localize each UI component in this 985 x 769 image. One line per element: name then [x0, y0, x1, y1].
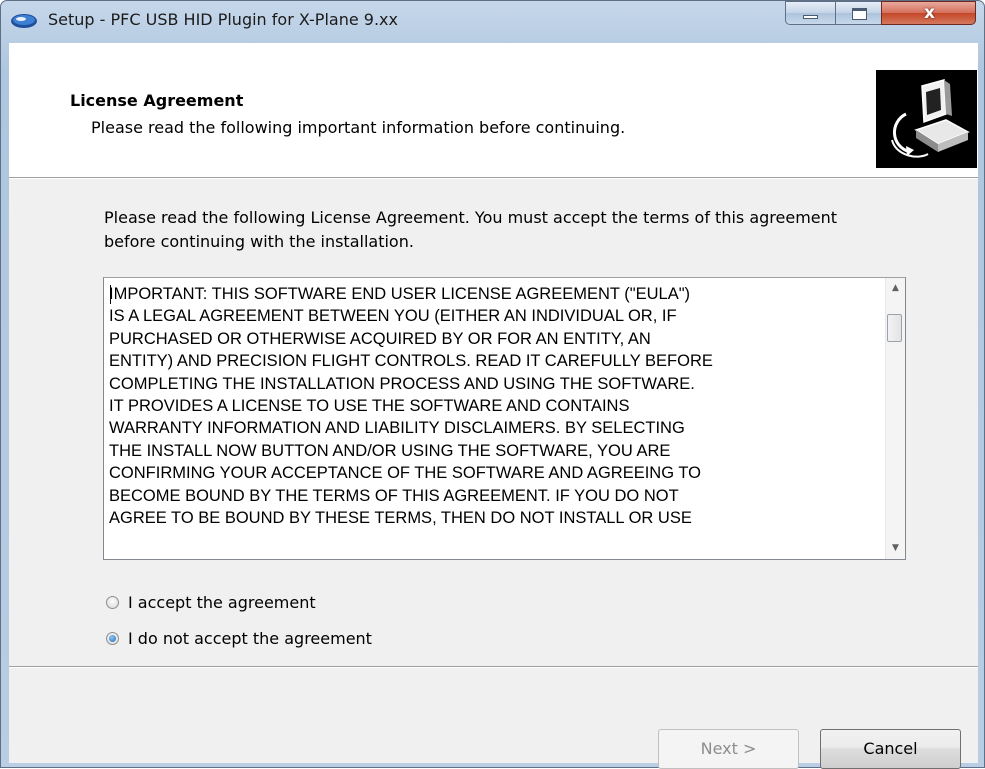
decline-radio[interactable] [106, 631, 119, 645]
title-bar[interactable]: Setup - PFC USB HID Plugin for X-Plane 9… [1, 1, 984, 35]
license-line: WARRANTY INFORMATION AND LIABILITY DISCL… [109, 419, 685, 438]
license-line: IT PROVIDES A LICENSE TO USE THE SOFTWAR… [109, 397, 630, 416]
license-line: IS A LEGAL AGREEMENT BETWEEN YOU (EITHER… [109, 307, 677, 326]
wizard-header: License Agreement Please read the follow… [9, 43, 978, 178]
header-divider [9, 178, 978, 179]
decline-label[interactable]: I do not accept the agreement [128, 629, 372, 648]
window-controls: x [785, 1, 976, 25]
scroll-down-arrow-icon[interactable]: ▼ [886, 540, 905, 557]
decline-option[interactable]: I do not accept the agreement [106, 627, 372, 649]
license-line: CONFIRMING YOUR ACCEPTANCE OF THE SOFTWA… [109, 464, 701, 483]
window-title: Setup - PFC USB HID Plugin for X-Plane 9… [48, 10, 398, 29]
accept-label[interactable]: I accept the agreement [128, 593, 316, 612]
license-line: COMPLETING THE INSTALLATION PROCESS AND … [109, 374, 695, 393]
accept-radio[interactable] [106, 595, 119, 609]
wizard-page: License Agreement Please read the follow… [9, 43, 978, 769]
license-line: AGREE TO BE BOUND BY THESE TERMS, THEN D… [109, 509, 692, 528]
license-line: ENTITY) AND PRECISION FLIGHT CONTROLS. R… [109, 352, 713, 371]
accept-option[interactable]: I accept the agreement [106, 591, 316, 613]
page-title: License Agreement [70, 91, 244, 110]
license-text-box[interactable]: IMPORTANT: THIS SOFTWARE END USER LICENS… [103, 277, 906, 560]
close-button[interactable]: x [881, 1, 976, 25]
footer-divider [9, 666, 978, 668]
maximize-icon [852, 8, 867, 20]
page-subtitle: Please read the following important info… [91, 118, 626, 137]
license-text[interactable]: IMPORTANT: THIS SOFTWARE END USER LICENS… [109, 283, 869, 557]
setup-disk-icon [11, 14, 37, 28]
license-line: PURCHASED OR OTHERWISE ACQUIRED BY OR FO… [109, 329, 651, 348]
setup-window: Setup - PFC USB HID Plugin for X-Plane 9… [0, 0, 985, 769]
maximize-button[interactable] [835, 1, 882, 25]
scrollbar-thumb[interactable] [887, 314, 902, 342]
cancel-button[interactable]: Cancel [820, 729, 961, 769]
minimize-button[interactable] [785, 1, 836, 25]
license-line: BECOME BOUND BY THE TERMS OF THIS AGREEM… [109, 486, 679, 505]
license-line: IMPORTANT: THIS SOFTWARE END USER LICENS… [109, 285, 691, 303]
minimize-icon [803, 15, 818, 19]
scroll-up-arrow-icon[interactable]: ▲ [886, 280, 905, 297]
next-button[interactable]: Next > [658, 729, 799, 769]
close-icon: x [924, 3, 935, 23]
computer-install-icon [876, 70, 977, 168]
license-scrollbar[interactable]: ▲ ▼ [885, 278, 905, 559]
license-instructions: Please read the following License Agreem… [104, 208, 838, 251]
license-line: THE INSTALL NOW BUTTON AND/OR USING THE … [109, 441, 671, 460]
